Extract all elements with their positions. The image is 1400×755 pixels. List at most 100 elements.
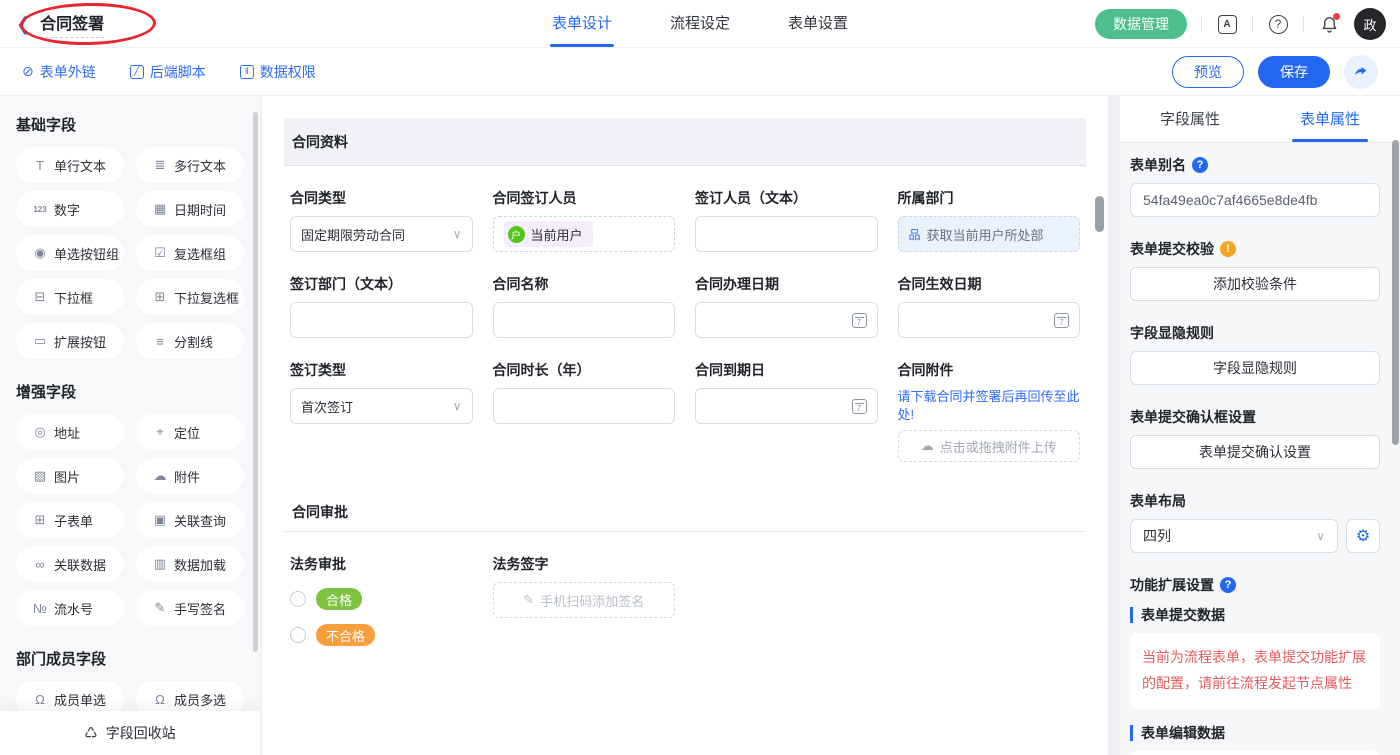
pen-icon: ✎ <box>523 592 534 608</box>
backend-script-button[interactable]: ╱ 后端脚本 <box>130 62 206 82</box>
tab-field-properties[interactable]: 字段属性 <box>1120 96 1260 142</box>
field-pill-single-text[interactable]: T单行文本 <box>16 147 124 183</box>
tab-form-setting[interactable]: 表单设置 <box>788 0 848 48</box>
field-pill-label: 下拉框 <box>54 288 93 307</box>
field-pill-multi-dropdown[interactable]: ⊞下拉复选框 <box>136 279 244 315</box>
form-alias-label: 表单别名 ? <box>1130 155 1380 175</box>
attachment-hint-link[interactable]: 请下载合同并签署后再回传至此处! <box>898 388 1081 424</box>
form-field-signer-text[interactable]: 签订人员（文本） <box>695 188 878 252</box>
datetime-icon: ▦ <box>152 201 168 217</box>
field-pill-serial[interactable]: №流水号 <box>16 590 124 626</box>
back-icon[interactable]: ❮ <box>16 15 31 33</box>
date-input-expire-date[interactable]: 7 <box>695 388 878 424</box>
current-user-tag[interactable]: 户当前用户 <box>504 221 593 247</box>
save-button[interactable]: 保存 <box>1258 56 1330 88</box>
field-pill-image[interactable]: ▧图片 <box>16 458 124 494</box>
contacts-book-icon[interactable]: A <box>1216 13 1238 35</box>
field-label: 合同到期日 <box>695 360 878 380</box>
help-icon[interactable]: ? <box>1267 13 1289 35</box>
external-link-button[interactable]: ⊘ 表单外链 <box>22 62 96 82</box>
tab-form-properties[interactable]: 表单属性 <box>1260 96 1400 142</box>
sidebar-scrollbar[interactable] <box>253 112 258 652</box>
field-pill-multi-text[interactable]: ≣多行文本 <box>136 147 244 183</box>
field-pill-data-load[interactable]: ▥数据加载 <box>136 546 244 582</box>
field-recycle-bin-button[interactable]: ♺ 字段回收站 <box>0 711 260 755</box>
link-icon: ⊘ <box>22 63 34 80</box>
form-field-contract-attachment[interactable]: 合同附件请下载合同并签署后再回传至此处!☁点击或拖拽附件上传 <box>898 360 1081 462</box>
chevron-down-icon: ∨ <box>1316 529 1325 543</box>
attachment-upload-button[interactable]: ☁点击或拖拽附件上传 <box>898 430 1081 462</box>
radio-option-合格[interactable]: 合格 <box>290 588 473 610</box>
form-field-duration-years[interactable]: 合同时长（年） <box>493 360 676 424</box>
field-pill-number[interactable]: 123数字 <box>16 191 124 227</box>
add-validation-button[interactable]: 添加校验条件 <box>1130 267 1380 301</box>
form-field-legal-review[interactable]: 法务审批合格不合格 <box>290 554 473 646</box>
form-field-row: 签订部门（文本）合同名称合同办理日期7合同生效日期7 <box>290 274 1080 338</box>
field-pill-expand-button[interactable]: ▭扩展按钮 <box>16 323 124 359</box>
sidebar-section: 增强字段◎地址⌖定位▧图片☁附件⊞子表单▣关联查询∞关联数据▥数据加载№流水号✎… <box>16 381 244 626</box>
select-sign-type[interactable]: 首次签订∨ <box>290 388 473 424</box>
avatar[interactable]: 政 <box>1354 8 1386 40</box>
radio-option-不合格[interactable]: 不合格 <box>290 624 473 646</box>
input-sign-dept-text[interactable] <box>290 302 473 338</box>
input-signer-text[interactable] <box>695 216 878 252</box>
dept-field-department[interactable]: 品获取当前用户所处部 <box>898 216 1081 252</box>
tab-flow-setting[interactable]: 流程设定 <box>670 0 730 48</box>
data-permission-button[interactable]: ‖ 数据权限 <box>240 62 316 82</box>
form-canvas[interactable]: 合同资料 合同类型固定期限劳动合同∨ 合同签订人员户当前用户签订人员（文本） 所属部… <box>262 96 1108 755</box>
form-field-legal-signature[interactable]: 法务签字✎手机扫码添加签名 <box>493 554 676 618</box>
field-pill-signature[interactable]: ✎手写签名 <box>136 590 244 626</box>
field-pill-rel-data[interactable]: ∞关联数据 <box>16 546 124 582</box>
date-input-effective-date[interactable]: 7 <box>898 302 1081 338</box>
field-pill-locate[interactable]: ⌖定位 <box>136 414 244 450</box>
help-icon[interactable]: ? <box>1220 577 1236 593</box>
page-title[interactable]: 合同签署 <box>40 10 104 38</box>
date-input-handle-date[interactable]: 7 <box>695 302 878 338</box>
form-field-department[interactable]: 所属部门品获取当前用户所处部 <box>898 188 1081 252</box>
field-pill-attachment[interactable]: ☁附件 <box>136 458 244 494</box>
form-field-contract-type[interactable]: 合同类型固定期限劳动合同∨ <box>290 188 473 252</box>
share-button[interactable] <box>1344 55 1378 89</box>
preview-button[interactable]: 预览 <box>1172 56 1244 88</box>
input-duration-years[interactable] <box>493 388 676 424</box>
form-alias-input[interactable]: 54fa49ea0c7af4665e8de4fb <box>1130 183 1380 217</box>
field-pill-dropdown[interactable]: ⊟下拉框 <box>16 279 124 315</box>
field-pill-checkbox-group[interactable]: ☑复选框组 <box>136 235 244 271</box>
section-header-contract-approval[interactable]: 合同审批 <box>284 492 1086 532</box>
visibility-rules-group: 字段显隐规则 字段显隐规则 <box>1130 323 1380 385</box>
form-field-effective-date[interactable]: 合同生效日期7 <box>898 274 1081 338</box>
form-field-sign-dept-text[interactable]: 签订部门（文本） <box>290 274 473 338</box>
field-pill-rel-query[interactable]: ▣关联查询 <box>136 502 244 538</box>
section-header-contract-info[interactable]: 合同资料 <box>284 118 1086 166</box>
visibility-rules-button[interactable]: 字段显隐规则 <box>1130 351 1380 385</box>
field-label: 合同办理日期 <box>695 274 878 294</box>
field-pill-label: 日期时间 <box>174 200 226 219</box>
form-field-sign-type[interactable]: 签订类型首次签订∨ <box>290 360 473 424</box>
panel-scrollbar[interactable] <box>1392 140 1399 445</box>
form-field-expire-date[interactable]: 合同到期日 7 <box>695 360 878 424</box>
signature-scan-button[interactable]: ✎手机扫码添加签名 <box>493 582 676 618</box>
layout-settings-button[interactable]: ⚙ <box>1346 519 1380 553</box>
warning-icon[interactable]: ! <box>1220 241 1236 257</box>
submit-confirm-button[interactable]: 表单提交确认设置 <box>1130 435 1380 469</box>
tab-form-design[interactable]: 表单设计 <box>552 0 612 48</box>
field-pill-divider-line[interactable]: ≡分割线 <box>136 323 244 359</box>
data-manage-button[interactable]: 数据管理 <box>1095 9 1187 39</box>
form-layout-label: 表单布局 <box>1130 491 1380 511</box>
input-contract-name[interactable] <box>493 302 676 338</box>
field-pill-datetime[interactable]: ▦ 日期时间 <box>136 191 244 227</box>
notification-bell-icon[interactable] <box>1318 13 1340 35</box>
serial-icon: № <box>32 601 48 616</box>
layout-select[interactable]: 四列 ∨ <box>1130 519 1338 553</box>
usertag-field-contract-signer[interactable]: 户当前用户 <box>493 216 676 252</box>
form-field-contract-signer[interactable]: 合同签订人员户当前用户 <box>493 188 676 252</box>
select-contract-type[interactable]: 固定期限劳动合同∨ <box>290 216 473 252</box>
field-pill-radio-group[interactable]: ◉单选按钮组 <box>16 235 124 271</box>
field-pill-subform[interactable]: ⊞子表单 <box>16 502 124 538</box>
help-icon[interactable]: ? <box>1192 157 1208 173</box>
canvas-scrollbar[interactable] <box>1095 196 1104 232</box>
image-icon: ▧ <box>32 468 48 484</box>
field-pill-address[interactable]: ◎地址 <box>16 414 124 450</box>
form-field-contract-name[interactable]: 合同名称 <box>493 274 676 338</box>
form-field-handle-date[interactable]: 合同办理日期 7 <box>695 274 878 338</box>
